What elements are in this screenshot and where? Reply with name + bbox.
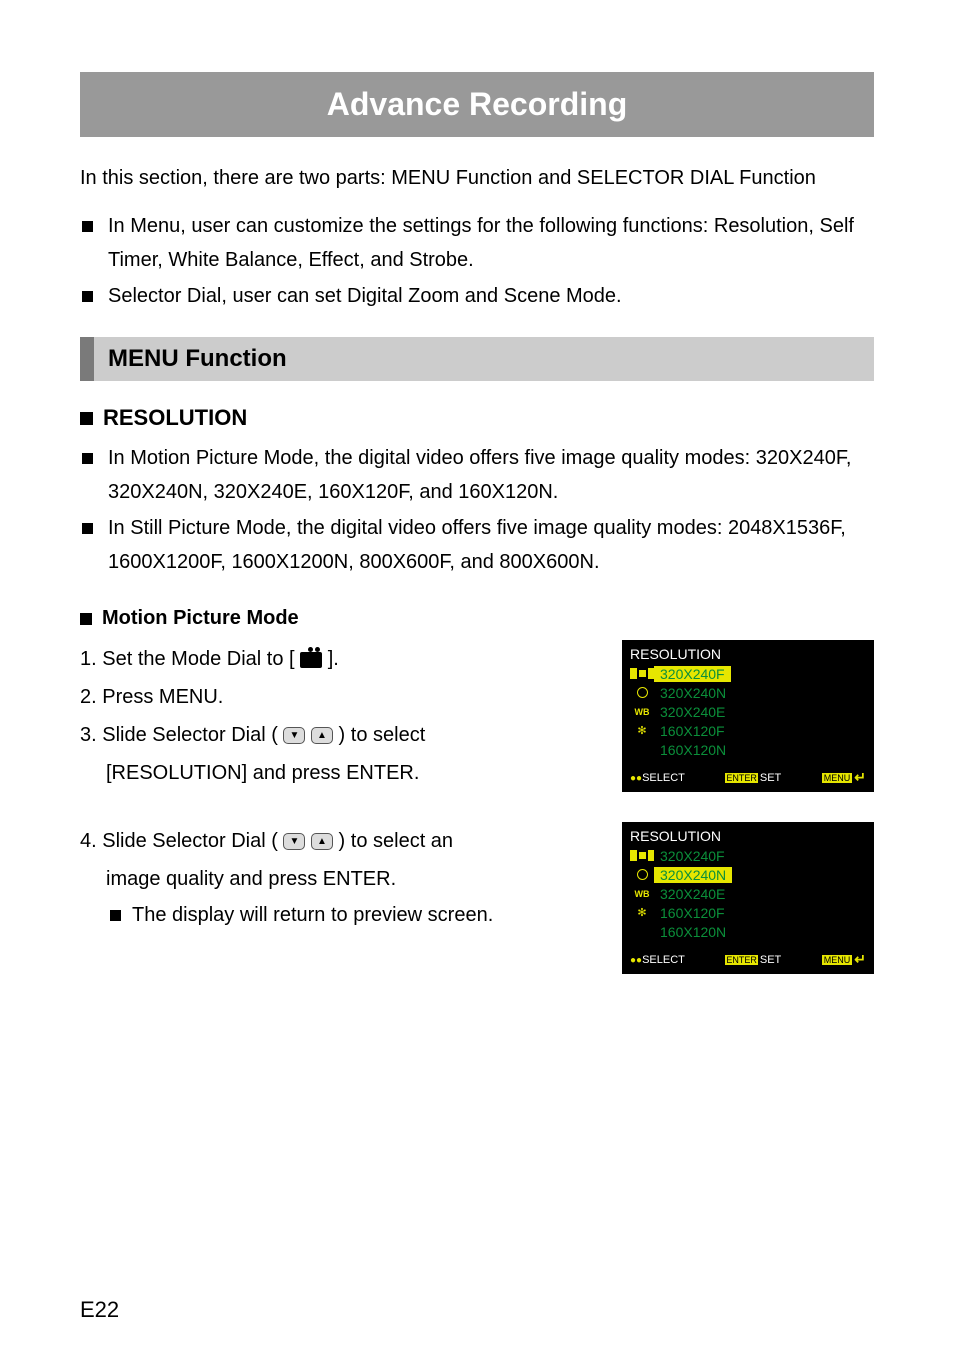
wb-icon: WB: [630, 889, 654, 899]
step-4b: ) to select an: [339, 830, 454, 852]
return-arrow-icon: ↵: [854, 769, 866, 786]
step-2: 2. Press MENU.: [80, 678, 582, 716]
resolution-heading-text: RESOLUTION: [103, 405, 247, 431]
grid-icon: [630, 850, 654, 861]
ui1-row-1-label: 320X240N: [654, 685, 726, 701]
steps-list-1: 1. Set the Mode Dial to [ ]. 2. Press ME…: [80, 640, 582, 792]
intro-text: In this section, there are two parts: ME…: [80, 161, 874, 195]
step-4: 4. Slide Selector Dial ( ▼ ▲ ) to select…: [80, 822, 582, 932]
effect-icon: ✻: [630, 724, 654, 737]
down-arrow-icon: ▼: [283, 727, 305, 744]
intro-bullet-list: In Menu, user can customize the settings…: [80, 209, 874, 313]
step-3b: ) to select: [339, 724, 426, 746]
ui1-sel-prefix: ●●: [630, 773, 642, 784]
ui2-select: SELECT: [642, 954, 685, 966]
steps-block-1: 1. Set the Mode Dial to [ ]. 2. Press ME…: [80, 640, 874, 792]
ui2-title: RESOLUTION: [626, 826, 870, 844]
up-arrow-icon: ▲: [311, 833, 333, 850]
motion-picture-heading-text: Motion Picture Mode: [102, 607, 299, 630]
ui1-row-3-label: 160X120F: [654, 723, 725, 739]
ui2-set: SET: [760, 954, 781, 966]
step-3c: [RESOLUTION] and press ENTER.: [80, 754, 582, 792]
ui1-row-4-label: 160X120N: [654, 742, 726, 758]
ui2-body: 320X240F 320X240N WB 320X240E ✻ 160X120F…: [626, 844, 870, 949]
main-title: Advance Recording: [80, 72, 874, 137]
ui1-row-0: 320X240F: [626, 664, 870, 683]
ui2-sel-prefix: ●●: [630, 955, 642, 966]
square-bullet-icon: [80, 412, 93, 425]
ui1-footer: ●●SELECT ENTERSET MENU ↵: [626, 767, 870, 788]
step-4a: 4. Slide Selector Dial (: [80, 830, 283, 852]
step-3: 3. Slide Selector Dial ( ▼ ▲ ) to select…: [80, 716, 582, 792]
motion-picture-heading: Motion Picture Mode: [80, 607, 874, 630]
intro-bullet-2: Selector Dial, user can set Digital Zoom…: [80, 279, 874, 313]
page-number: E22: [80, 1297, 119, 1323]
step-1a: 1. Set the Mode Dial to [: [80, 648, 300, 670]
step-4c: image quality and press ENTER.: [80, 860, 582, 898]
timer-icon: [630, 687, 654, 698]
step-4d: The display will return to preview scree…: [80, 898, 582, 932]
ui1-body: 320X240F 320X240N WB 320X240E ✻ 160X120F…: [626, 662, 870, 767]
ui2-menu: MENU: [822, 955, 853, 965]
wb-icon: WB: [630, 707, 654, 717]
ui1-row-2-label: 320X240E: [654, 704, 725, 720]
mode-dial-icon: [300, 652, 322, 668]
resolution-bullet-2: In Still Picture Mode, the digital video…: [80, 511, 874, 579]
ui1-row-4: 160X120N: [626, 740, 870, 759]
ui2-row-4: 160X120N: [626, 922, 870, 941]
ui2-row-4-label: 160X120N: [654, 924, 726, 940]
ui2-row-3-label: 160X120F: [654, 905, 725, 921]
ui-screenshot-2: RESOLUTION 320X240F 320X240N WB 320X240E…: [622, 822, 874, 974]
steps-block-2: 4. Slide Selector Dial ( ▼ ▲ ) to select…: [80, 822, 874, 974]
step-1: 1. Set the Mode Dial to [ ].: [80, 640, 582, 678]
ui1-row-3: ✻ 160X120F: [626, 721, 870, 740]
grid-icon: [630, 668, 654, 679]
ui2-set-prefix: ENTER: [725, 955, 758, 965]
step-1b: ].: [328, 648, 339, 670]
ui2-row-3: ✻ 160X120F: [626, 903, 870, 922]
ui2-row-0: 320X240F: [626, 846, 870, 865]
ui1-menu: MENU: [822, 773, 853, 783]
menu-function-heading: MENU Function: [80, 337, 874, 381]
resolution-bullet-list: In Motion Picture Mode, the digital vide…: [80, 441, 874, 579]
timer-icon: [630, 869, 654, 880]
ui-screenshot-1: RESOLUTION 320X240F 320X240N WB 320X240E…: [622, 640, 874, 792]
intro-bullet-1: In Menu, user can customize the settings…: [80, 209, 874, 277]
ui1-set: SET: [760, 772, 781, 784]
ui2-row-2: WB 320X240E: [626, 884, 870, 903]
ui2-footer: ●●SELECT ENTERSET MENU ↵: [626, 949, 870, 970]
ui2-row-0-label: 320X240F: [654, 848, 725, 864]
return-arrow-icon: ↵: [854, 951, 866, 968]
ui1-select: SELECT: [642, 772, 685, 784]
ui1-row-1: 320X240N: [626, 683, 870, 702]
step-3a: 3. Slide Selector Dial (: [80, 724, 283, 746]
steps-list-2: 4. Slide Selector Dial ( ▼ ▲ ) to select…: [80, 822, 582, 932]
ui1-row-2: WB 320X240E: [626, 702, 870, 721]
resolution-heading: RESOLUTION: [80, 405, 874, 431]
effect-icon: ✻: [630, 906, 654, 919]
resolution-bullet-1: In Motion Picture Mode, the digital vide…: [80, 441, 874, 509]
square-bullet-icon: [80, 613, 92, 625]
ui1-row-0-label: 320X240F: [654, 666, 731, 682]
ui1-set-prefix: ENTER: [725, 773, 758, 783]
ui2-row-1-label: 320X240N: [654, 867, 732, 883]
ui1-title: RESOLUTION: [626, 644, 870, 662]
ui2-row-1: 320X240N: [626, 865, 870, 884]
up-arrow-icon: ▲: [311, 727, 333, 744]
ui2-row-2-label: 320X240E: [654, 886, 725, 902]
down-arrow-icon: ▼: [283, 833, 305, 850]
